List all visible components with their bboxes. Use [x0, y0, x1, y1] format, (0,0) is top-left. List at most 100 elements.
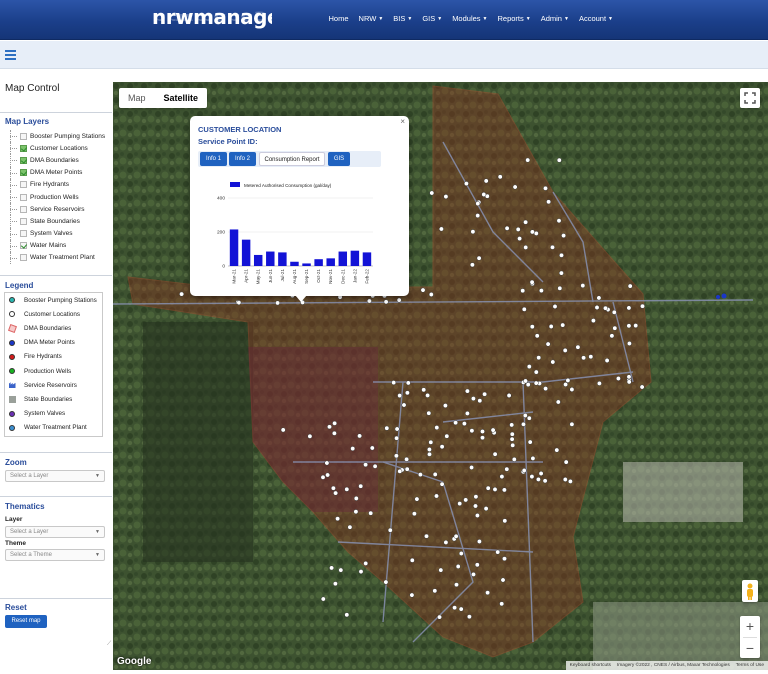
- customer-location-marker[interactable]: [438, 226, 444, 232]
- customer-location-marker[interactable]: [510, 442, 516, 448]
- customer-location-marker[interactable]: [275, 300, 281, 306]
- customer-location-marker[interactable]: [463, 497, 469, 503]
- customer-location-marker[interactable]: [552, 304, 558, 309]
- customer-location-marker[interactable]: [504, 466, 510, 472]
- customer-location-marker[interactable]: [368, 510, 374, 516]
- customer-location-marker[interactable]: [387, 527, 393, 533]
- customer-location-marker[interactable]: [562, 477, 568, 482]
- customer-location-marker[interactable]: [548, 324, 554, 329]
- customer-location-marker[interactable]: [320, 596, 326, 602]
- customer-location-marker[interactable]: [401, 402, 407, 408]
- customer-location-marker[interactable]: [396, 297, 402, 303]
- customer-location-marker[interactable]: [421, 387, 427, 393]
- customer-location-marker[interactable]: [469, 428, 475, 434]
- terms-of-use-link[interactable]: Terms of Use: [736, 662, 764, 669]
- customer-location-marker[interactable]: [569, 421, 575, 427]
- customer-location-marker[interactable]: [502, 556, 507, 562]
- layer-item[interactable]: Booster Pumping Stations: [8, 130, 112, 143]
- customer-location-marker[interactable]: [404, 466, 410, 472]
- customer-location-marker[interactable]: [469, 262, 475, 268]
- customer-location-marker[interactable]: [612, 325, 618, 331]
- customer-location-marker[interactable]: [521, 468, 527, 473]
- customer-location-marker[interactable]: [474, 513, 480, 518]
- customer-location-marker[interactable]: [530, 455, 536, 461]
- customer-location-marker[interactable]: [404, 456, 410, 462]
- customer-location-marker[interactable]: [347, 524, 353, 530]
- customer-location-marker[interactable]: [432, 471, 438, 477]
- customer-location-marker[interactable]: [542, 478, 548, 484]
- customer-location-marker[interactable]: [500, 577, 506, 583]
- customer-location-marker[interactable]: [555, 399, 561, 405]
- customer-location-marker[interactable]: [372, 463, 378, 469]
- customer-location-marker[interactable]: [492, 451, 498, 457]
- customer-location-marker[interactable]: [543, 386, 549, 392]
- customer-location-marker[interactable]: [420, 287, 426, 293]
- customer-location-marker[interactable]: [461, 421, 467, 427]
- customer-location-marker[interactable]: [533, 230, 539, 236]
- theme-select[interactable]: Select a Theme ▼: [5, 549, 105, 561]
- customer-location-marker[interactable]: [556, 157, 562, 163]
- map-canvas[interactable]: Map Satellite + − Google Keyboard shortc…: [113, 82, 768, 670]
- customer-location-marker[interactable]: [384, 425, 390, 431]
- customer-location-marker[interactable]: [307, 433, 313, 439]
- customer-location-marker[interactable]: [366, 298, 372, 304]
- customer-location-marker[interactable]: [554, 447, 560, 453]
- nav-bis[interactable]: BIS ▼: [388, 14, 417, 23]
- customer-location-marker[interactable]: [369, 445, 375, 451]
- customer-location-marker[interactable]: [417, 472, 423, 478]
- customer-location-marker[interactable]: [485, 590, 491, 596]
- customer-location-marker[interactable]: [611, 309, 617, 315]
- customer-location-marker[interactable]: [523, 244, 529, 250]
- layer-item[interactable]: DMA Boundaries: [8, 154, 112, 167]
- customer-location-marker[interactable]: [483, 506, 489, 512]
- customer-location-marker[interactable]: [590, 318, 596, 324]
- nav-admin[interactable]: Admin ▼: [536, 14, 574, 23]
- customer-location-marker[interactable]: [533, 380, 539, 386]
- customer-location-marker[interactable]: [615, 376, 621, 381]
- map-type-satellite-button[interactable]: Satellite: [155, 88, 208, 108]
- customer-location-marker[interactable]: [543, 185, 548, 191]
- nav-modules[interactable]: Modules ▼: [447, 14, 492, 23]
- customer-location-marker[interactable]: [556, 218, 562, 224]
- customer-location-marker[interactable]: [640, 303, 645, 309]
- customer-location-marker[interactable]: [344, 486, 350, 492]
- customer-location-marker[interactable]: [569, 387, 575, 392]
- customer-location-marker[interactable]: [520, 288, 526, 294]
- tab-consumption-report[interactable]: Consumption Report: [259, 152, 325, 166]
- customer-location-marker[interactable]: [428, 439, 434, 445]
- layer-item[interactable]: System Valves: [8, 227, 112, 240]
- customer-location-marker[interactable]: [332, 581, 338, 587]
- customer-location-marker[interactable]: [563, 459, 569, 465]
- customer-location-marker[interactable]: [466, 614, 472, 620]
- customer-location-marker[interactable]: [414, 496, 420, 502]
- customer-location-marker[interactable]: [327, 424, 332, 430]
- customer-location-marker[interactable]: [533, 369, 539, 375]
- customer-location-marker[interactable]: [404, 390, 410, 396]
- layer-checkbox[interactable]: [20, 254, 27, 262]
- customer-location-marker[interactable]: [512, 184, 518, 190]
- customer-location-marker[interactable]: [626, 341, 632, 346]
- customer-location-marker[interactable]: [550, 359, 556, 365]
- tab-gis[interactable]: GIS: [328, 152, 350, 166]
- customer-location-marker[interactable]: [538, 288, 544, 294]
- customer-location-marker[interactable]: [437, 614, 442, 620]
- customer-location-marker[interactable]: [452, 605, 458, 611]
- customer-location-marker[interactable]: [481, 192, 487, 197]
- customer-location-marker[interactable]: [469, 465, 475, 470]
- customer-location-marker[interactable]: [236, 300, 242, 306]
- layer-item[interactable]: Water Mains: [8, 239, 112, 253]
- customer-location-marker[interactable]: [424, 533, 429, 539]
- customer-location-marker[interactable]: [567, 478, 573, 484]
- customer-location-marker[interactable]: [504, 225, 510, 231]
- customer-location-marker[interactable]: [442, 403, 448, 409]
- customer-location-marker[interactable]: [344, 612, 350, 618]
- customer-location-marker[interactable]: [482, 391, 488, 397]
- customer-location-marker[interactable]: [511, 456, 517, 462]
- customer-location-marker[interactable]: [357, 433, 363, 439]
- customer-location-marker[interactable]: [434, 493, 439, 499]
- customer-location-marker[interactable]: [350, 446, 356, 452]
- customer-location-marker[interactable]: [633, 323, 639, 329]
- customer-location-marker[interactable]: [538, 471, 544, 476]
- customer-location-marker[interactable]: [527, 439, 533, 445]
- customer-location-marker[interactable]: [397, 393, 403, 399]
